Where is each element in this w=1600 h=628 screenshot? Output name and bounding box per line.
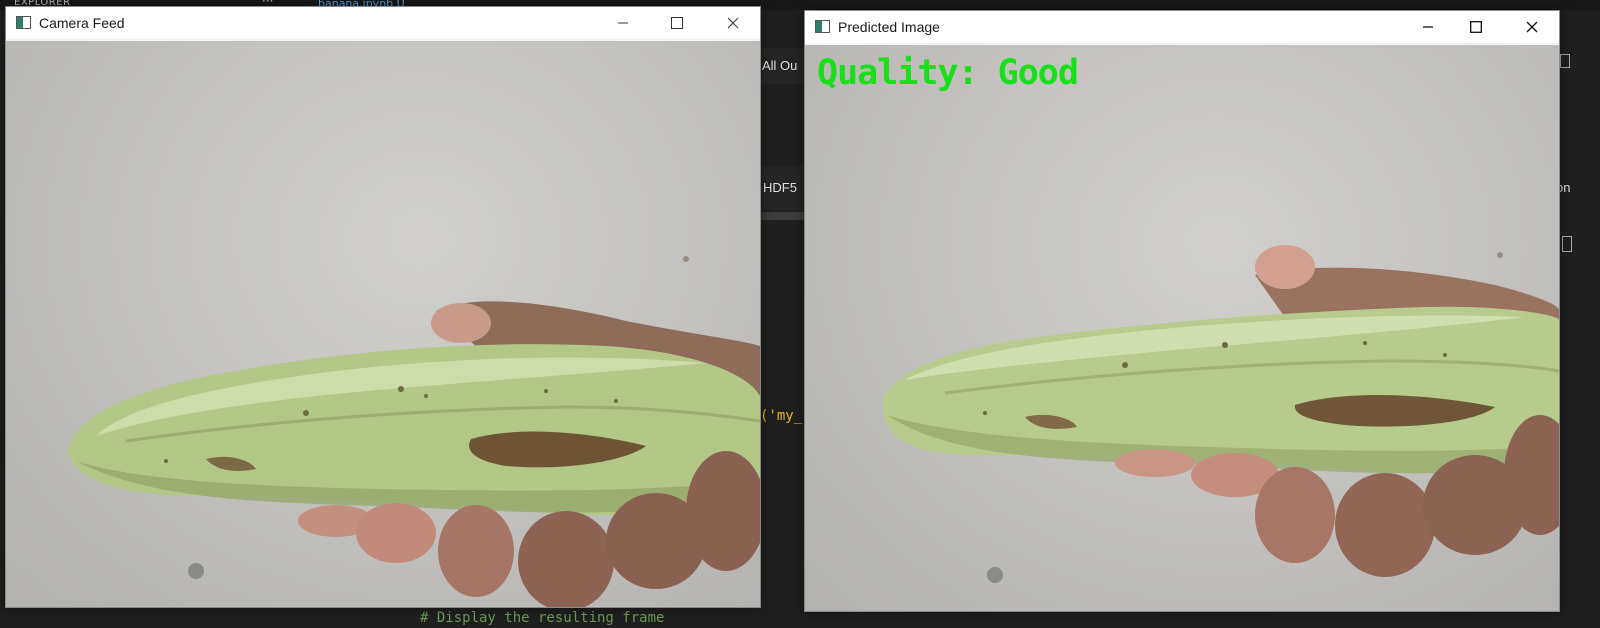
maximize-button[interactable] [1453, 11, 1499, 43]
code-comment: # Display the resulting frame [420, 610, 665, 626]
code-line-fragment: ('my_ [760, 408, 803, 424]
cell-toolbar: HDF5 [760, 166, 806, 210]
camera-feed-window[interactable]: Camera Feed [5, 6, 761, 608]
app-window-icon [815, 20, 830, 33]
hdf5-label: HDF5 [763, 180, 797, 195]
horizontal-scrollbar[interactable] [760, 212, 806, 220]
minimize-button[interactable] [1405, 11, 1451, 43]
side-icon[interactable] [1562, 236, 1572, 252]
notebook-toolbar: All Ou [760, 48, 806, 84]
maximize-icon [671, 17, 683, 29]
predicted-image-window[interactable]: Predicted Image Quality: Good [804, 10, 1560, 612]
maximize-button[interactable] [654, 7, 700, 39]
panel-toggle-icon[interactable] [1560, 54, 1570, 68]
window-title: Camera Feed [39, 15, 125, 31]
window-title: Predicted Image [838, 19, 940, 35]
minimize-icon [1423, 26, 1433, 28]
close-button[interactable] [1509, 11, 1555, 43]
minimize-button[interactable] [600, 7, 646, 39]
banana-photo [68, 256, 760, 607]
minimize-icon [618, 22, 628, 24]
camera-feed-titlebar[interactable]: Camera Feed [6, 7, 760, 39]
close-icon [727, 17, 739, 29]
app-window-icon [16, 16, 31, 29]
close-button[interactable] [710, 7, 756, 39]
camera-frame [6, 41, 760, 607]
quality-overlay-text: Quality: Good [817, 53, 1079, 93]
close-icon [1526, 21, 1538, 33]
predicted-image-titlebar[interactable]: Predicted Image [805, 11, 1559, 43]
banana-photo [882, 245, 1559, 583]
all-outputs-button[interactable]: All Ou [762, 58, 797, 73]
right-panel-edge [1560, 40, 1600, 80]
maximize-icon [1470, 21, 1482, 33]
predicted-frame: Quality: Good [805, 45, 1559, 611]
